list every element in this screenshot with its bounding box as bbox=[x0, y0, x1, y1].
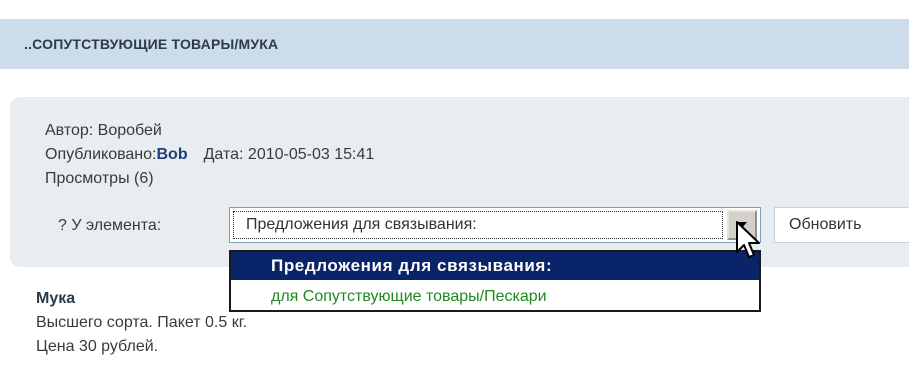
published-author-name: Bob bbox=[156, 146, 188, 163]
mouse-cursor-icon bbox=[736, 221, 760, 258]
product-title: Мука bbox=[36, 290, 76, 307]
element-select-label: ? У элемента: bbox=[58, 217, 162, 234]
author-text: Автор: Воробей bbox=[45, 122, 162, 139]
views-count: Просмотры (6) bbox=[45, 170, 154, 187]
element-select-value[interactable]: Предложения для связывания: bbox=[233, 211, 723, 239]
update-button[interactable]: Обновить bbox=[774, 207, 909, 243]
published-label: Опубликовано: bbox=[45, 146, 157, 163]
dropdown-option[interactable]: для Сопутствующие товары/Пескари bbox=[231, 284, 759, 310]
published-line: Опубликовано:Bob Дата: 2010-05-03 15:41 bbox=[45, 146, 374, 164]
page-title: ..СОПУТСТВУЮЩИЕ ТОВАРЫ/МУКА bbox=[24, 36, 279, 52]
published-date: Дата: 2010-05-03 15:41 bbox=[203, 146, 375, 163]
page-header: ..СОПУТСТВУЮЩИЕ ТОВАРЫ/МУКА bbox=[0, 19, 909, 69]
dropdown-option-selected[interactable]: Предложения для связывания: bbox=[231, 252, 759, 280]
product-price: Цена 30 рублей. bbox=[36, 338, 159, 355]
element-select-dropdown[interactable]: Предложения для связывания: для Сопутств… bbox=[229, 250, 761, 312]
element-select[interactable]: Предложения для связывания: bbox=[229, 207, 761, 243]
product-description: Высшего сорта. Пакет 0.5 кг. bbox=[36, 314, 248, 331]
